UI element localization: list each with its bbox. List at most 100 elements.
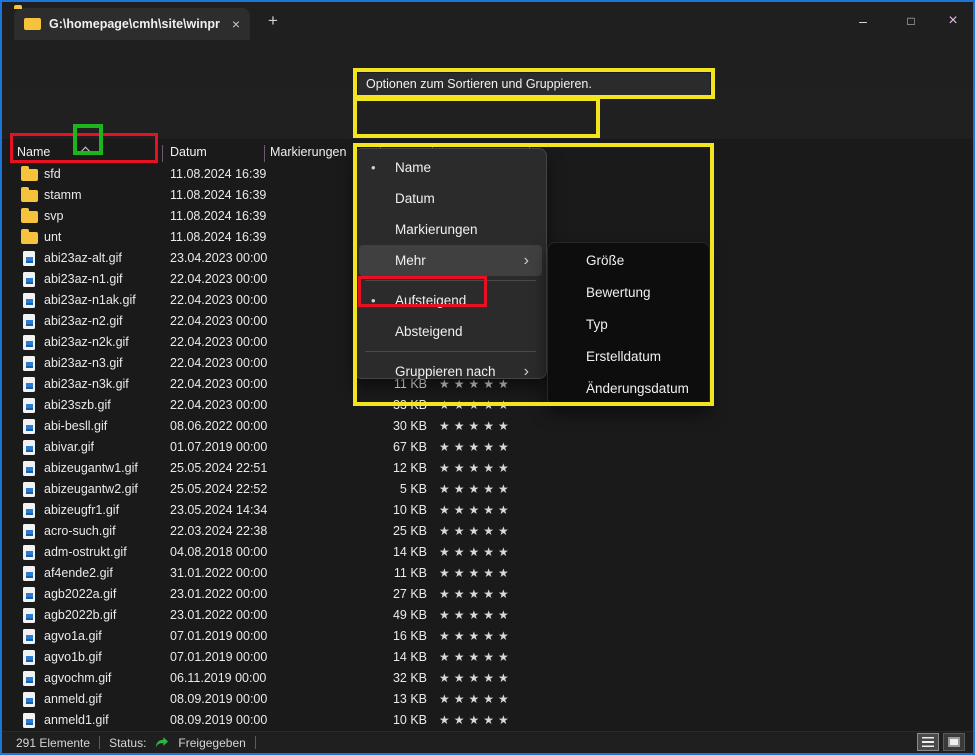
rating-stars: ★★★★★ bbox=[439, 647, 513, 668]
explorer-tab[interactable]: G:\homepage\cmh\site\winpr × bbox=[14, 8, 250, 40]
file-date: 08.06.2022 00:00 bbox=[170, 416, 300, 437]
file-date: 22.03.2024 22:38 bbox=[170, 521, 300, 542]
column-name[interactable]: Name bbox=[17, 145, 50, 159]
close-button[interactable]: × bbox=[932, 2, 974, 40]
file-date: 08.09.2019 00:00 bbox=[170, 710, 300, 731]
file-date: 22.04.2023 00:00 bbox=[170, 269, 300, 290]
file-name: svp bbox=[44, 206, 164, 227]
submenu-item-größe[interactable]: Größe bbox=[548, 245, 709, 277]
rating-stars: ★★★★★ bbox=[439, 605, 513, 626]
file-row[interactable]: abizeugfr1.gif23.05.2024 14:3410 KB★★★★★ bbox=[2, 500, 973, 521]
file-size: 11 KB bbox=[349, 563, 427, 584]
column-markierungen[interactable]: Markierungen bbox=[270, 145, 346, 159]
menu-item-mehr[interactable]: Mehr› bbox=[359, 245, 542, 276]
file-row[interactable]: abi23szb.gif22.04.2023 00:0033 KB★★★★★ bbox=[2, 395, 973, 416]
image-thumb bbox=[26, 698, 33, 705]
tab-close-icon[interactable]: × bbox=[232, 17, 240, 31]
view-toggles bbox=[917, 733, 965, 751]
menu-item-label: Datum bbox=[395, 183, 435, 214]
file-name: abi23az-n3k.gif bbox=[44, 374, 164, 395]
file-row[interactable]: anmeld1.gif08.09.2019 00:0010 KB★★★★★ bbox=[2, 710, 973, 731]
image-thumb bbox=[26, 614, 33, 621]
file-row[interactable]: agvochm.gif06.11.2019 00:0032 KB★★★★★ bbox=[2, 668, 973, 689]
image-file-icon bbox=[23, 671, 35, 686]
minimize-button[interactable]: – bbox=[842, 2, 884, 40]
image-file-icon bbox=[23, 545, 35, 560]
file-row[interactable]: agvo1b.gif07.01.2019 00:0014 KB★★★★★ bbox=[2, 647, 973, 668]
image-thumb bbox=[26, 572, 33, 579]
file-row[interactable]: agb2022b.gif23.01.2022 00:0049 KB★★★★★ bbox=[2, 605, 973, 626]
shared-icon bbox=[155, 736, 169, 749]
submenu-item-änderungsdatum[interactable]: Änderungsdatum bbox=[548, 373, 709, 405]
status-label: Status: bbox=[109, 736, 146, 750]
details-view-button[interactable] bbox=[917, 733, 939, 751]
maximize-button[interactable]: □ bbox=[890, 2, 932, 40]
file-date: 23.04.2023 00:00 bbox=[170, 248, 300, 269]
file-date: 01.07.2019 00:00 bbox=[170, 437, 300, 458]
menu-item-label: Name bbox=[395, 152, 431, 183]
file-name: abi23az-n3.gif bbox=[44, 353, 164, 374]
file-row[interactable]: abivar.gif01.07.2019 00:0067 KB★★★★★ bbox=[2, 437, 973, 458]
column-datum[interactable]: Datum bbox=[170, 145, 207, 159]
menu-item-name[interactable]: •Name bbox=[359, 152, 542, 183]
file-date: 07.01.2019 00:00 bbox=[170, 647, 300, 668]
menu-item-gruppieren-nach[interactable]: Gruppieren nach› bbox=[359, 356, 542, 387]
file-size: 25 KB bbox=[349, 521, 427, 542]
menu-item-absteigend[interactable]: Absteigend bbox=[359, 316, 542, 347]
image-thumb bbox=[26, 656, 33, 663]
file-row[interactable]: adm-ostrukt.gif04.08.2018 00:0014 KB★★★★… bbox=[2, 542, 973, 563]
image-thumb bbox=[26, 488, 33, 495]
image-file-icon bbox=[23, 566, 35, 581]
submenu-arrow-icon: › bbox=[524, 356, 529, 387]
file-row[interactable]: agvo1a.gif07.01.2019 00:0016 KB★★★★★ bbox=[2, 626, 973, 647]
file-size: 16 KB bbox=[349, 626, 427, 647]
file-name: abizeugfr1.gif bbox=[44, 500, 164, 521]
image-thumb bbox=[26, 635, 33, 642]
image-thumb bbox=[26, 278, 33, 285]
column-divider[interactable] bbox=[264, 145, 265, 162]
column-divider[interactable] bbox=[162, 145, 163, 162]
menu-item-label: Aufsteigend bbox=[395, 285, 466, 316]
rating-stars: ★★★★★ bbox=[439, 479, 513, 500]
image-file-icon bbox=[23, 440, 35, 455]
image-file-icon bbox=[23, 524, 35, 539]
image-file-icon bbox=[23, 251, 35, 266]
file-size: 12 KB bbox=[349, 458, 427, 479]
file-name: abizeugantw2.gif bbox=[44, 479, 164, 500]
file-size: 5 KB bbox=[349, 479, 427, 500]
submenu-item-typ[interactable]: Typ bbox=[548, 309, 709, 341]
file-row[interactable]: abi-besll.gif08.06.2022 00:0030 KB★★★★★ bbox=[2, 416, 973, 437]
file-row[interactable]: anmeld.gif08.09.2019 00:0013 KB★★★★★ bbox=[2, 689, 973, 710]
menu-item-label: Mehr bbox=[395, 245, 426, 276]
file-size: 30 KB bbox=[349, 416, 427, 437]
file-row[interactable]: abizeugantw2.gif25.05.2024 22:525 KB★★★★… bbox=[2, 479, 973, 500]
file-name: abi23az-alt.gif bbox=[44, 248, 164, 269]
submenu-item-bewertung[interactable]: Bewertung bbox=[548, 277, 709, 309]
file-row[interactable]: af4ende2.gif31.01.2022 00:0011 KB★★★★★ bbox=[2, 563, 973, 584]
menu-item-aufsteigend[interactable]: •Aufsteigend bbox=[359, 285, 542, 316]
details-view-icon bbox=[922, 737, 934, 748]
file-name: adm-ostrukt.gif bbox=[44, 542, 164, 563]
image-thumb bbox=[26, 446, 33, 453]
file-name: agvo1a.gif bbox=[44, 626, 164, 647]
title-bar: G:\homepage\cmh\site\winpr × + – □ × bbox=[2, 2, 973, 40]
file-name: abizeugantw1.gif bbox=[44, 458, 164, 479]
file-size: 13 KB bbox=[349, 689, 427, 710]
file-row[interactable]: abizeugantw1.gif25.05.2024 22:5112 KB★★★… bbox=[2, 458, 973, 479]
menu-item-markierungen[interactable]: Markierungen bbox=[359, 214, 542, 245]
command-bar: Neu ↑↓ Sortieren Anzeigen bbox=[2, 90, 973, 140]
menu-separator bbox=[365, 280, 536, 281]
image-file-icon bbox=[23, 314, 35, 329]
icons-view-button[interactable] bbox=[943, 733, 965, 751]
file-name: agb2022a.gif bbox=[44, 584, 164, 605]
file-name: stamm bbox=[44, 185, 164, 206]
new-tab-button[interactable]: + bbox=[262, 10, 284, 32]
file-date: 04.08.2018 00:00 bbox=[170, 542, 300, 563]
folder-icon bbox=[24, 18, 41, 30]
menu-item-datum[interactable]: Datum bbox=[359, 183, 542, 214]
file-row[interactable]: acro-such.gif22.03.2024 22:3825 KB★★★★★ bbox=[2, 521, 973, 542]
file-row[interactable]: agb2022a.gif23.01.2022 00:0027 KB★★★★★ bbox=[2, 584, 973, 605]
sort-context-menu: •NameDatumMarkierungenMehr› •AufsteigendA… bbox=[354, 148, 547, 379]
submenu-item-erstelldatum[interactable]: Erstelldatum bbox=[548, 341, 709, 373]
file-date: 31.01.2022 00:00 bbox=[170, 563, 300, 584]
